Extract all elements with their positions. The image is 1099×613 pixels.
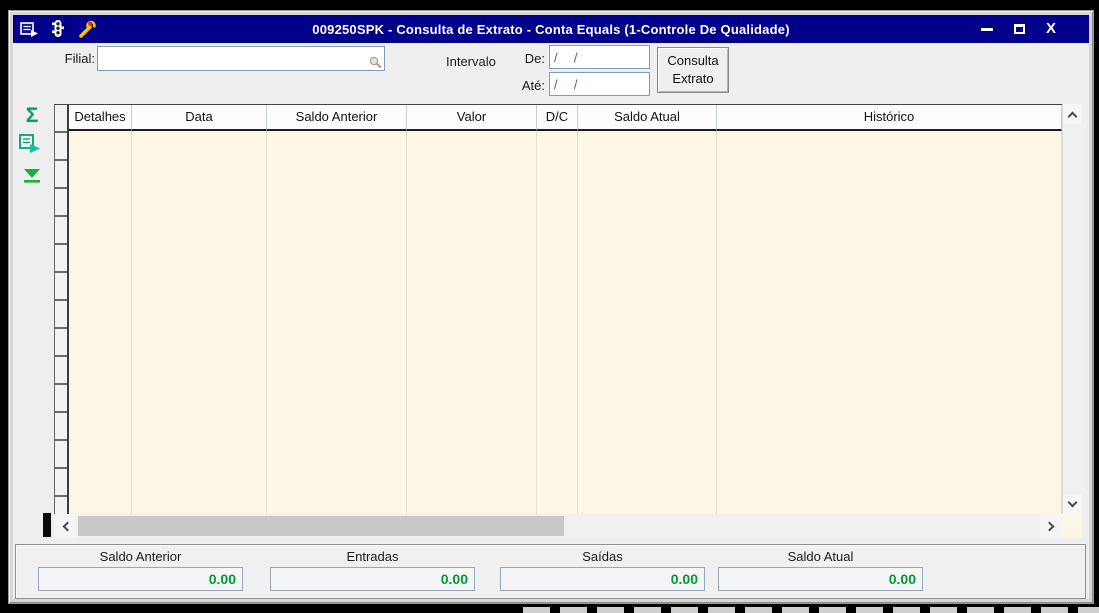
scrollbar-corner (1062, 514, 1082, 538)
total-entradas: Entradas 0.00 (270, 549, 475, 591)
maximize-button[interactable] (1011, 21, 1027, 37)
column-data: Data (132, 105, 267, 514)
grid-body-saldo-anterior (267, 131, 407, 514)
close-button[interactable]: X (1043, 21, 1059, 37)
maximize-icon (1013, 24, 1025, 34)
title-bar: 009250SPK - Consulta de Extrato - Conta … (13, 15, 1089, 43)
chevron-up-icon (1067, 111, 1078, 121)
total-value-field: 0.00 (718, 567, 923, 591)
grid-splitter-handle[interactable] (43, 513, 51, 537)
column-header-valor[interactable]: Valor (407, 105, 537, 131)
grid-body-valor (407, 131, 537, 514)
totals-panel: Saldo Anterior 0.00 Entradas 0.00 Saídas… (15, 544, 1086, 599)
grid-body-saldo-atual (578, 131, 717, 514)
column-header-saldo-atual[interactable]: Saldo Atual (578, 105, 717, 131)
scroll-up-button[interactable] (1063, 104, 1082, 124)
date-to-label: Até: (521, 78, 545, 93)
lookup-magnifier-icon[interactable] (369, 56, 383, 72)
grid-row-selector[interactable] (54, 104, 69, 514)
column-header-detalhes[interactable]: Detalhes (69, 105, 132, 131)
consulta-button-line2: Extrato (672, 71, 714, 86)
minimize-button[interactable] (979, 21, 995, 37)
chevron-right-icon (1044, 521, 1054, 531)
intervalo-label: Intervalo (446, 54, 496, 69)
consulta-button-line1: Consulta (667, 53, 719, 68)
filial-input[interactable] (97, 46, 385, 71)
horizontal-scroll-thumb[interactable] (78, 516, 564, 536)
column-header-historico[interactable]: Histórico (717, 105, 1062, 131)
grid-body-dc (537, 131, 578, 514)
app-window: 009250SPK - Consulta de Extrato - Conta … (8, 10, 1094, 604)
column-saldo-atual: Saldo Atual (578, 105, 717, 514)
wrench-icon[interactable] (77, 19, 97, 39)
window-content: Filial: Intervalo De: Até: Consulta Extr… (13, 43, 1089, 599)
column-detalhes: Detalhes (69, 105, 132, 514)
total-value-field: 0.00 (270, 567, 475, 591)
total-value-field: 0.00 (500, 567, 705, 591)
total-label: Entradas (346, 549, 399, 564)
consulta-extrato-button[interactable]: Consulta Extrato (657, 47, 729, 93)
grid-body-historico (717, 131, 1062, 514)
export-report-icon[interactable] (17, 131, 43, 157)
column-dc: D/C (537, 105, 578, 514)
sum-sigma-icon[interactable]: Σ (19, 103, 45, 129)
grid-columns: Detalhes Data Saldo Anterior Valor D/C S… (69, 104, 1062, 514)
chevron-left-icon (62, 521, 72, 531)
scroll-left-button[interactable] (54, 514, 76, 538)
total-label: Saldo Anterior (99, 549, 182, 564)
chevron-down-icon (1067, 497, 1078, 507)
total-label: Saldo Atual (787, 549, 854, 564)
minimize-icon (981, 27, 993, 31)
grid-body-data (132, 131, 267, 514)
traffic-light-icon[interactable] (48, 19, 68, 39)
date-from-input[interactable] (549, 45, 650, 69)
scroll-right-button[interactable] (1040, 514, 1062, 538)
window-title: 009250SPK - Consulta de Extrato - Conta … (312, 21, 790, 37)
column-header-saldo-anterior[interactable]: Saldo Anterior (267, 105, 407, 131)
background-window-edge (523, 607, 1099, 613)
total-label: Saídas (582, 549, 623, 564)
horizontal-scroll-track[interactable] (76, 514, 1040, 538)
extrato-grid: Detalhes Data Saldo Anterior Valor D/C S… (54, 104, 1082, 514)
column-header-data[interactable]: Data (132, 105, 267, 131)
total-saidas: Saídas 0.00 (500, 549, 705, 591)
scroll-down-button[interactable] (1063, 494, 1082, 514)
column-saldo-anterior: Saldo Anterior (267, 105, 407, 514)
column-valor: Valor (407, 105, 537, 514)
total-saldo-atual: Saldo Atual 0.00 (718, 549, 923, 591)
column-historico: Histórico (717, 105, 1062, 514)
total-value-field: 0.00 (38, 567, 243, 591)
date-to-input[interactable] (549, 72, 650, 96)
total-saldo-anterior: Saldo Anterior 0.00 (38, 549, 243, 591)
date-from-label: De: (524, 51, 545, 66)
form-browse-icon[interactable] (19, 19, 39, 39)
grid-body-detalhes (69, 131, 132, 514)
column-header-dc[interactable]: D/C (537, 105, 578, 131)
filial-label: Filial: (64, 51, 95, 66)
vertical-scrollbar[interactable] (1062, 104, 1082, 514)
filter-funnel-icon[interactable] (19, 163, 45, 189)
horizontal-scrollbar[interactable] (54, 514, 1062, 538)
